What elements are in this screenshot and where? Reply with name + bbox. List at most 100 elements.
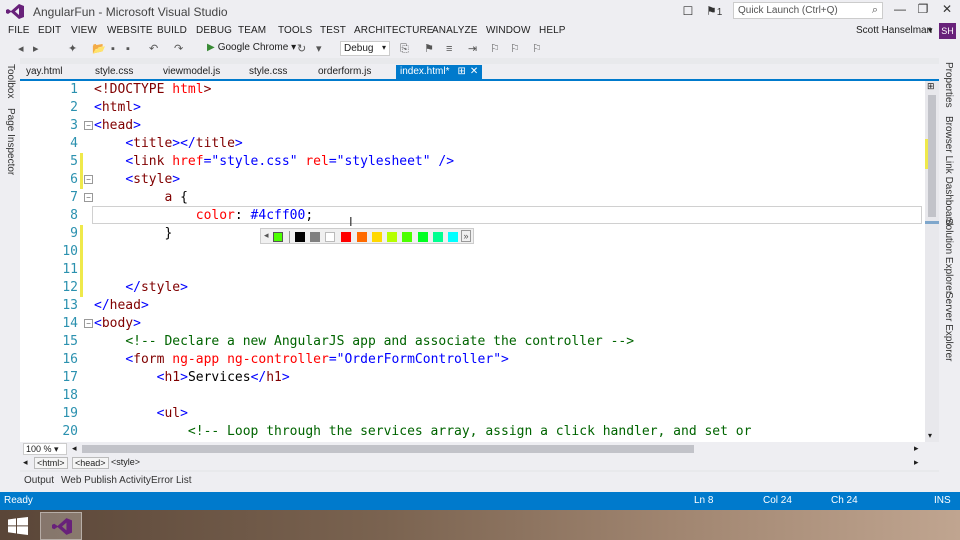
menu-help[interactable]: HELP bbox=[539, 25, 566, 36]
configuration-select[interactable]: Debug ▾ bbox=[340, 41, 390, 56]
color-picker-popup[interactable]: ◂ ▸ » bbox=[260, 228, 474, 244]
undo-icon[interactable]: ↶ bbox=[149, 42, 158, 56]
menu-view[interactable]: VIEW bbox=[71, 25, 97, 36]
close-tab-icon[interactable]: ✕ bbox=[470, 66, 478, 77]
page-inspector-tab[interactable]: Page Inspector bbox=[5, 108, 16, 175]
code-text[interactable]: <title></title> bbox=[94, 135, 242, 153]
crumb-left-icon[interactable]: ◂ bbox=[23, 457, 28, 468]
scrollbar-thumb[interactable] bbox=[928, 95, 936, 217]
menu-window[interactable]: WINDOW bbox=[486, 25, 530, 36]
bookmark-icon[interactable]: ⚑ bbox=[424, 42, 434, 56]
color-swatch[interactable] bbox=[402, 232, 412, 242]
avatar[interactable]: SH bbox=[939, 23, 956, 39]
notification-flag-icon[interactable]: ⚑1 bbox=[706, 4, 722, 18]
tab-style-css-2[interactable]: style.css bbox=[245, 65, 291, 80]
code-text[interactable]: <!-- Loop through the services array, as… bbox=[94, 423, 752, 441]
code-text[interactable]: <form ng-app ng-controller="OrderFormCon… bbox=[94, 351, 509, 369]
redo-icon[interactable]: ↷ bbox=[174, 42, 183, 56]
tab-web-publish-activity[interactable]: Web Publish Activity bbox=[61, 475, 151, 486]
split-editor-icon[interactable]: ⊞ bbox=[927, 81, 935, 92]
server-explorer-tab[interactable]: Server Explorer bbox=[943, 292, 954, 361]
pin-icon[interactable]: ⊞ bbox=[457, 66, 465, 77]
collapse-icon[interactable]: − bbox=[84, 319, 93, 328]
save-all-icon[interactable]: ▪ bbox=[126, 42, 130, 56]
properties-tab[interactable]: Properties bbox=[943, 62, 954, 108]
refresh-dropdown-icon[interactable]: ▾ bbox=[316, 42, 322, 56]
code-text[interactable]: <head> bbox=[94, 117, 141, 135]
menu-analyze[interactable]: ANALYZE bbox=[432, 25, 478, 36]
color-swatch[interactable] bbox=[295, 232, 305, 242]
menu-team[interactable]: TEAM bbox=[238, 25, 266, 36]
code-text[interactable]: <style> bbox=[94, 171, 180, 189]
color-swatch[interactable] bbox=[325, 232, 335, 242]
menu-file[interactable]: FILE bbox=[8, 25, 30, 36]
collapse-icon[interactable]: − bbox=[84, 175, 93, 184]
color-swatch[interactable] bbox=[341, 232, 351, 242]
vertical-scrollbar[interactable]: ⊞ ▾ bbox=[925, 81, 939, 442]
tab-yay-html[interactable]: yay.html bbox=[22, 65, 67, 80]
back-icon[interactable]: ◂ bbox=[18, 42, 24, 56]
zoom-select[interactable]: 100 % ▾ bbox=[23, 443, 67, 455]
tab-error-list[interactable]: Error List bbox=[151, 475, 192, 486]
color-swatch[interactable] bbox=[372, 232, 382, 242]
browser-link-dashboard-tab[interactable]: Browser Link Dashboard bbox=[943, 116, 954, 226]
code-text[interactable]: </head> bbox=[94, 297, 149, 315]
comment-icon[interactable]: ≡ bbox=[446, 42, 452, 56]
color-swatch[interactable] bbox=[357, 232, 367, 242]
user-name[interactable]: Scott Hanselman bbox=[856, 25, 932, 36]
color-swatch[interactable] bbox=[387, 232, 397, 242]
indent-icon[interactable]: ⇥ bbox=[468, 42, 477, 56]
bookmark-clear-icon[interactable]: ⚐ bbox=[532, 42, 542, 56]
solution-explorer-tab[interactable]: Solution Explorer bbox=[943, 218, 954, 294]
windows-start-icon[interactable] bbox=[8, 517, 28, 535]
menu-test[interactable]: TEST bbox=[320, 25, 346, 36]
horizontal-scrollbar-thumb[interactable] bbox=[82, 445, 694, 453]
code-text[interactable]: <body> bbox=[94, 315, 141, 333]
user-dropdown-icon[interactable]: ▾ bbox=[928, 25, 933, 36]
tab-viewmodel-js[interactable]: viewmodel.js bbox=[159, 65, 224, 80]
tab-output[interactable]: Output bbox=[24, 475, 54, 486]
code-text[interactable]: <html> bbox=[94, 99, 141, 117]
tab-index-html[interactable]: index.html* ⊞ ✕ bbox=[396, 65, 483, 80]
crumb-html[interactable]: <html> bbox=[34, 457, 68, 469]
tab-style-css[interactable]: style.css bbox=[91, 65, 137, 80]
swatch-prev-icon[interactable]: ◂ bbox=[264, 230, 269, 241]
code-text[interactable]: a { bbox=[94, 189, 187, 207]
feedback-icon[interactable]: ☐ bbox=[681, 4, 695, 18]
menu-tools[interactable]: TOOLS bbox=[278, 25, 312, 36]
color-swatch[interactable] bbox=[310, 232, 320, 242]
minimize-button[interactable]: — bbox=[889, 2, 911, 18]
bookmark-next-icon[interactable]: ⚐ bbox=[490, 42, 500, 56]
scroll-left-icon[interactable]: ◂ bbox=[72, 443, 77, 454]
code-text[interactable]: <ul> bbox=[94, 405, 188, 423]
code-text[interactable]: <h1>Services</h1> bbox=[94, 369, 290, 387]
code-text[interactable]: <link href="style.css" rel="stylesheet" … bbox=[94, 153, 454, 171]
menu-architecture[interactable]: ARCHITECTURE bbox=[354, 25, 434, 36]
find-icon[interactable]: ⎘ bbox=[400, 42, 409, 56]
expand-picker-icon[interactable]: » bbox=[461, 230, 471, 242]
code-text[interactable]: } bbox=[94, 225, 172, 243]
code-editor[interactable]: 20 <!-- Loop through the services array,… bbox=[20, 81, 925, 442]
color-swatch[interactable] bbox=[273, 232, 283, 242]
collapse-icon[interactable]: − bbox=[84, 121, 93, 130]
new-project-icon[interactable]: ✦ bbox=[68, 42, 77, 56]
close-button[interactable]: ✕ bbox=[936, 2, 958, 18]
color-swatch[interactable] bbox=[448, 232, 458, 242]
menu-website[interactable]: WEBSITE bbox=[107, 25, 153, 36]
open-file-icon[interactable]: 📂 bbox=[92, 42, 106, 56]
toolbox-tab[interactable]: Toolbox bbox=[5, 64, 16, 98]
code-text[interactable]: </style> bbox=[94, 279, 188, 297]
start-debugging-button[interactable]: ▶ Google Chrome ▾ bbox=[207, 42, 296, 53]
code-text[interactable]: <!-- Declare a new AngularJS app and ass… bbox=[94, 333, 634, 351]
tab-orderform-js[interactable]: orderform.js bbox=[314, 65, 375, 80]
bookmark-prev-icon[interactable]: ⚐ bbox=[510, 42, 520, 56]
refresh-icon[interactable]: ↻ bbox=[297, 42, 306, 56]
collapse-icon[interactable]: − bbox=[84, 193, 93, 202]
restore-button[interactable]: ❐ bbox=[912, 2, 934, 18]
quick-launch-input[interactable]: Quick Launch (Ctrl+Q) ⌕ bbox=[733, 2, 883, 19]
color-swatch[interactable] bbox=[418, 232, 428, 242]
taskbar-visual-studio-button[interactable] bbox=[40, 512, 82, 540]
crumb-style[interactable]: <style> bbox=[109, 457, 142, 469]
color-swatch[interactable] bbox=[433, 232, 443, 242]
forward-icon[interactable]: ▸ bbox=[33, 42, 39, 56]
